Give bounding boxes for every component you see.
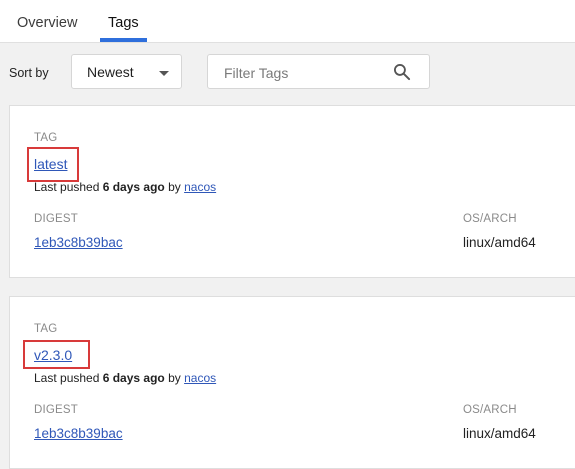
tag-name-link[interactable]: v2.3.0 xyxy=(34,347,72,363)
sort-select-value: Newest xyxy=(87,64,134,80)
filter-tags-input[interactable] xyxy=(222,62,386,84)
os-arch-label: OS/ARCH xyxy=(463,213,517,225)
digest-label: DIGEST xyxy=(34,404,79,416)
tag-card: TAG latest Last pushed 6 days ago by nac… xyxy=(9,105,575,278)
os-arch-value: linux/amd64 xyxy=(463,426,536,441)
sort-select[interactable]: Newest xyxy=(71,54,182,89)
tag-name-link[interactable]: latest xyxy=(34,156,67,172)
os-arch-label: OS/ARCH xyxy=(463,404,517,416)
filter-tags-field xyxy=(207,54,430,89)
sort-label: Sort by xyxy=(9,66,49,80)
pushed-by-text: by xyxy=(164,180,185,194)
digest-label: DIGEST xyxy=(34,213,79,225)
tab-overview[interactable]: Overview xyxy=(17,15,77,31)
pushed-user-link[interactable]: nacos xyxy=(184,371,216,385)
os-arch-value: linux/amd64 xyxy=(463,235,536,250)
pushed-prefix: Last pushed xyxy=(34,371,103,385)
last-pushed-info: Last pushed 6 days ago by nacos xyxy=(34,371,216,385)
tag-label: TAG xyxy=(34,132,58,144)
pushed-user-link[interactable]: nacos xyxy=(184,180,216,194)
pushed-prefix: Last pushed xyxy=(34,180,103,194)
digest-link[interactable]: 1eb3c8b39bac xyxy=(34,235,123,250)
last-pushed-info: Last pushed 6 days ago by nacos xyxy=(34,180,216,194)
pushed-when: 6 days ago xyxy=(102,180,165,194)
pushed-by-text: by xyxy=(164,371,185,385)
chevron-down-icon xyxy=(159,71,169,76)
tab-tags[interactable]: Tags xyxy=(108,15,139,31)
tag-label: TAG xyxy=(34,323,58,335)
toolbar: Sort by Newest xyxy=(0,43,575,105)
tab-bar: Overview Tags xyxy=(0,0,575,43)
tag-card: TAG v2.3.0 Last pushed 6 days ago by nac… xyxy=(9,296,575,469)
pushed-when: 6 days ago xyxy=(102,371,165,385)
digest-link[interactable]: 1eb3c8b39bac xyxy=(34,426,123,441)
search-icon[interactable] xyxy=(392,62,412,82)
active-tab-indicator xyxy=(100,38,147,42)
